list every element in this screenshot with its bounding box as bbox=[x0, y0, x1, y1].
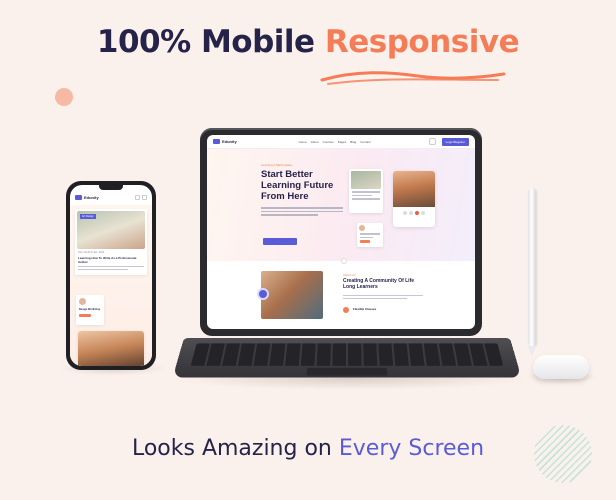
about-eyebrow: About Us bbox=[343, 273, 356, 277]
underline-squiggle bbox=[320, 71, 506, 85]
menu-item-contact[interactable]: Contact bbox=[360, 140, 370, 144]
keyboard-keys bbox=[190, 343, 504, 366]
graduation-cap-icon bbox=[213, 139, 220, 144]
menu-icon[interactable] bbox=[142, 194, 147, 200]
tablet-device: Edunity Home About Courses Pages Blog Co… bbox=[200, 128, 482, 336]
about-group-photo bbox=[261, 271, 323, 319]
keyboard-trackpad bbox=[306, 367, 388, 376]
phone-screen: Edunity Art Design Jhon Smith 5 Jan, 202… bbox=[70, 185, 152, 366]
course-title: Learning How To Write As a Professional … bbox=[78, 256, 137, 264]
search-icon[interactable] bbox=[135, 194, 140, 200]
mic-icon[interactable] bbox=[403, 211, 407, 215]
scroll-indicator bbox=[341, 258, 347, 264]
graduation-cap-icon bbox=[75, 194, 82, 200]
tablet-screen: Edunity Home About Courses Pages Blog Co… bbox=[207, 135, 475, 329]
headline-part1: 100% Mobile bbox=[96, 24, 315, 60]
stylus-tip bbox=[528, 346, 536, 356]
camera-icon[interactable] bbox=[409, 211, 413, 215]
menu-item-pages[interactable]: Pages bbox=[338, 140, 347, 144]
login-button[interactable]: Login/Register bbox=[441, 137, 469, 146]
play-icon[interactable] bbox=[257, 288, 269, 300]
about-feature-label: Flexible Classes bbox=[353, 307, 377, 311]
video-call-card bbox=[393, 171, 435, 227]
hero-cta-button[interactable] bbox=[263, 238, 297, 245]
avatar bbox=[79, 298, 86, 305]
phone-notch bbox=[99, 185, 123, 190]
feature-icon bbox=[343, 307, 349, 313]
phone-course-card[interactable]: Art Design Jhon Smith 5 Jan, 2023 Learni… bbox=[75, 209, 147, 275]
stylus-pencil bbox=[528, 188, 536, 346]
hero-eyebrow: Learning A Skill Is Easy bbox=[261, 163, 293, 167]
menu-item-courses[interactable]: Courses bbox=[323, 140, 334, 144]
call-controls bbox=[393, 211, 435, 215]
video-call-photo bbox=[393, 171, 435, 207]
tablet-navbar: Edunity Home About Courses Pages Blog Co… bbox=[207, 135, 475, 149]
footer-accent: Every Screen bbox=[338, 436, 485, 461]
more-icon[interactable] bbox=[421, 211, 425, 215]
tablet-logo-text: Edunity bbox=[222, 139, 237, 144]
about-text-lines bbox=[343, 295, 423, 301]
decor-dot bbox=[55, 88, 73, 106]
course-card[interactable] bbox=[349, 169, 383, 213]
headline-accent: Responsive bbox=[324, 24, 520, 60]
course-badge: Art Design bbox=[80, 214, 96, 219]
tablet-logo[interactable]: Edunity bbox=[213, 139, 237, 144]
phone-course-image: Art Design bbox=[77, 211, 145, 249]
menu-item-home[interactable]: Home bbox=[299, 140, 307, 144]
workshop-title: Design Workshop bbox=[79, 308, 101, 311]
menu-item-blog[interactable]: Blog bbox=[350, 140, 356, 144]
hero-title: Start Better Learning Future From Here bbox=[261, 169, 334, 202]
tablet-menu: Home About Courses Pages Blog Contact bbox=[299, 140, 371, 144]
phone-body: Art Design Jhon Smith 5 Jan, 2023 Learni… bbox=[70, 205, 152, 366]
phone-video-card bbox=[78, 331, 144, 366]
phone-logo-text[interactable]: Edunity bbox=[84, 195, 99, 200]
menu-item-about[interactable]: About bbox=[311, 140, 319, 144]
mouse bbox=[533, 355, 589, 379]
phone-video-photo bbox=[78, 331, 144, 366]
workshop-card-button[interactable] bbox=[360, 240, 370, 243]
footer-tagline: Looks Amazing on Every Screen bbox=[0, 436, 616, 461]
search-icon[interactable] bbox=[428, 138, 436, 145]
course-card-image bbox=[351, 171, 381, 189]
phone-workshop-card[interactable]: Design Workshop bbox=[76, 295, 104, 325]
keyboard bbox=[172, 338, 522, 378]
footer-part1: Looks Amazing on bbox=[131, 436, 332, 461]
end-call-icon[interactable] bbox=[415, 211, 419, 215]
headline: 100% Mobile Responsive bbox=[0, 24, 616, 60]
phone-device: Edunity Art Design Jhon Smith 5 Jan, 202… bbox=[66, 181, 156, 370]
workshop-card[interactable] bbox=[357, 223, 383, 247]
hero-text-lines bbox=[261, 207, 343, 218]
workshop-button[interactable] bbox=[79, 314, 91, 317]
phone-navbar: Edunity bbox=[70, 189, 152, 205]
avatar bbox=[359, 225, 365, 231]
about-title: Creating A Community Of Life Long Learne… bbox=[343, 278, 415, 290]
course-meta: Jhon Smith 5 Jan, 2023 bbox=[78, 251, 105, 254]
